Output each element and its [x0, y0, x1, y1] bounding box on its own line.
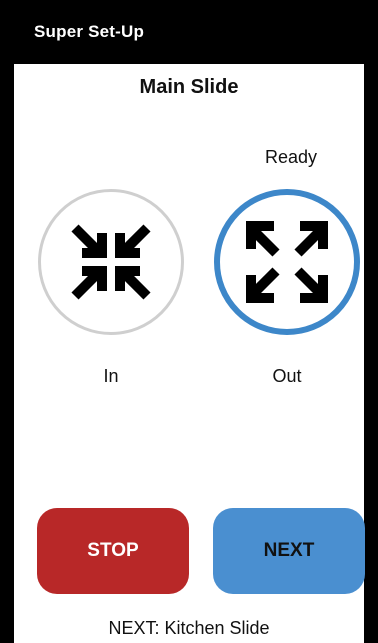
in-label: In: [103, 366, 119, 386]
stop-button[interactable]: STOP: [37, 508, 189, 594]
next-button[interactable]: NEXT: [213, 508, 365, 594]
arrows-expand-icon: [246, 221, 328, 303]
app-bar: Super Set-Up: [0, 0, 378, 64]
in-button[interactable]: [38, 189, 184, 335]
frame-left-border: [0, 64, 14, 643]
arrows-collapse-icon: [71, 224, 151, 300]
status-text: Ready: [264, 147, 318, 167]
frame-right-border: [364, 64, 378, 643]
screen-title: Main Slide: [139, 76, 239, 98]
out-button[interactable]: [214, 189, 360, 335]
app-title: Super Set-Up: [34, 22, 145, 41]
out-label: Out: [272, 366, 302, 386]
next-info-text: NEXT: Kitchen Slide: [108, 618, 270, 638]
